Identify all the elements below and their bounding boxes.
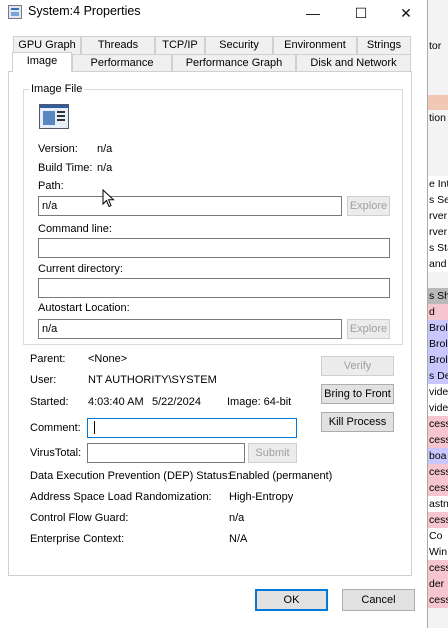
background-list-row: and [427, 256, 448, 272]
tab-image[interactable]: Image [12, 52, 72, 72]
window-title: System:4 Properties [28, 4, 141, 18]
virustotal-field[interactable] [87, 443, 245, 463]
autostart-field[interactable]: n/a [38, 319, 342, 339]
mouse-cursor-icon [102, 189, 115, 208]
app-icon [8, 5, 22, 19]
command-line-field[interactable] [38, 238, 390, 258]
explore-path-button[interactable]: Explore [347, 196, 390, 216]
started-label: Started: [30, 396, 69, 408]
verify-button[interactable]: Verify [321, 356, 394, 376]
background-list-row: vide [427, 384, 448, 400]
background-list-row: vide [427, 400, 448, 416]
started-date: 5/22/2024 [152, 396, 201, 408]
current-directory-label: Current directory: [38, 263, 123, 275]
minimize-button[interactable]: — [290, 0, 336, 26]
path-label: Path: [38, 180, 64, 192]
background-list-row: astn [427, 496, 448, 512]
background-list-row: cess [427, 592, 448, 608]
kill-process-button[interactable]: Kill Process [321, 412, 394, 432]
submit-button[interactable]: Submit [248, 443, 297, 463]
tab-tcpip[interactable]: TCP/IP [155, 36, 205, 54]
tab-threads[interactable]: Threads [81, 36, 155, 54]
tab-environment[interactable]: Environment [273, 36, 357, 54]
image-file-icon [39, 104, 69, 129]
started-time: 4:03:40 AM [88, 396, 144, 408]
maximize-button[interactable]: ☐ [338, 0, 384, 26]
background-list-row: cess [427, 464, 448, 480]
enterprise-context-label: Enterprise Context: [30, 533, 125, 545]
tab-disk-and-network[interactable]: Disk and Network [296, 54, 411, 72]
enterprise-context-value: N/A [229, 533, 248, 545]
background-list-row: der [427, 576, 448, 592]
background-window: tortione Ints Serverrvers Staands ShdBro… [427, 0, 448, 628]
user-value: NT AUTHORITY\SYSTEM [88, 374, 217, 386]
aslr-label: Address Space Load Randomization: [30, 491, 212, 503]
parent-value: <None> [88, 353, 128, 365]
cfg-label: Control Flow Guard: [30, 512, 129, 524]
virustotal-label: VirusTotal: [30, 447, 82, 459]
background-list-row: rver [427, 224, 448, 240]
background-list-row: cess [427, 512, 448, 528]
background-list-row: cess [427, 480, 448, 496]
background-list-row: cess [427, 560, 448, 576]
parent-label: Parent: [30, 353, 66, 365]
autostart-label: Autostart Location: [38, 302, 130, 314]
background-list-row: s Sta [427, 240, 448, 256]
tab-performance-graph[interactable]: Performance Graph [172, 54, 296, 72]
dep-value: Enabled (permanent) [229, 470, 333, 482]
background-list-row: e Int [427, 176, 448, 192]
background-list-row: boa [427, 448, 448, 464]
image-file-group-label: Image File [29, 83, 85, 95]
background-list-row: cess [427, 416, 448, 432]
close-button[interactable]: ✕ [383, 0, 429, 26]
background-list-row: s Se [427, 192, 448, 208]
background-list-row: tion [427, 110, 448, 126]
command-line-label: Command line: [38, 223, 112, 235]
tab-performance[interactable]: Performance [72, 54, 172, 72]
user-label: User: [30, 374, 57, 386]
cfg-value: n/a [229, 512, 245, 524]
version-value: n/a [97, 143, 113, 155]
background-list-row: Brol [427, 336, 448, 352]
current-directory-field[interactable] [38, 278, 390, 298]
tab-strings[interactable]: Strings [357, 36, 411, 54]
background-list-row: rver [427, 208, 448, 224]
image-bits: Image: 64-bit [227, 396, 292, 408]
comment-label: Comment: [30, 422, 81, 434]
ok-button[interactable]: OK [255, 589, 328, 611]
cancel-button[interactable]: Cancel [342, 589, 415, 611]
dep-label: Data Execution Prevention (DEP) Status: [30, 470, 231, 482]
text-caret [94, 421, 95, 434]
title-bar: System:4 Properties — ☐ ✕ [0, 0, 427, 26]
tab-security[interactable]: Security [205, 36, 273, 54]
background-list-row: Co [427, 528, 448, 544]
background-list-row: Brol [427, 352, 448, 368]
aslr-value: High-Entropy [229, 491, 294, 503]
path-field[interactable]: n/a [38, 196, 342, 216]
background-list-row [427, 95, 448, 111]
background-list-row: Win [427, 544, 448, 560]
background-list-row: d [427, 304, 448, 320]
background-list-row: s Sh [427, 288, 448, 304]
explore-autostart-button[interactable]: Explore [347, 319, 390, 339]
background-list-row: s De [427, 368, 448, 384]
background-list-row: tor [427, 38, 448, 54]
comment-field[interactable] [87, 418, 297, 438]
build-time-value: n/a [97, 162, 113, 174]
properties-dialog: System:4 Properties — ☐ ✕ GPU Graph Thre… [0, 0, 428, 628]
bring-to-front-button[interactable]: Bring to Front [321, 384, 394, 404]
background-list-row: Brol [427, 320, 448, 336]
build-time-label: Build Time: [38, 162, 93, 174]
version-label: Version: [38, 143, 78, 155]
background-list-row: cess [427, 432, 448, 448]
